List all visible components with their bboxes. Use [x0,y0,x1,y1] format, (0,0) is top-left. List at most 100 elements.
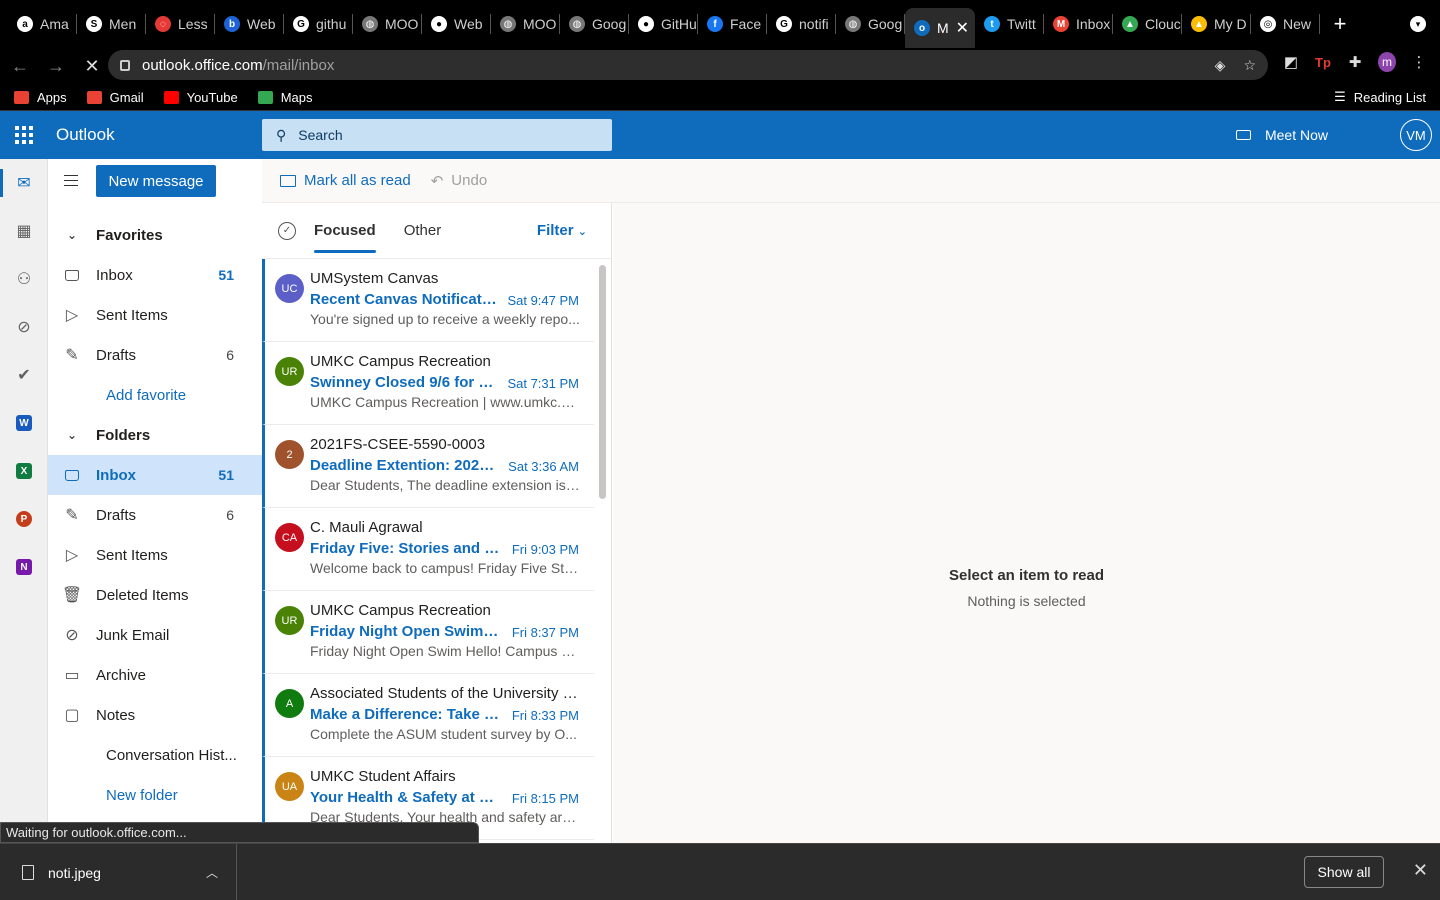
folder-drafts[interactable]: ✎ Drafts 6 [48,495,262,535]
send-icon: ▷ [65,307,79,324]
message-item[interactable]: UR UMKC Campus Recreation Friday Night Ope… [262,591,594,674]
browser-tab[interactable]: Gnotifi [767,0,836,48]
undo-button[interactable]: ↶ Undo [431,172,487,190]
download-item[interactable]: noti.jpeg ︿ [0,844,237,900]
tab-search-icon[interactable]: ▾ [1410,16,1426,32]
browser-tab[interactable]: t Twitt [975,0,1044,48]
bookmark-apps[interactable]: Apps [14,90,67,105]
browser-tab[interactable]: S Men [77,0,146,48]
browser-tab[interactable]: ◌ Less [146,0,215,48]
browser-tab[interactable]: a Ama [8,0,77,48]
browser-tab[interactable]: o M ✕ [905,8,975,48]
stop-loading-icon[interactable]: ✕ [76,50,108,82]
onenote-icon[interactable]: N [0,543,48,591]
folder-junk-email[interactable]: ⊘ Junk Email [48,615,262,655]
browser-tab-strip: a Ama S Men ◌ Less b Web Ggithu ◍ MOO ● Web ◍ MOO ◍ Goog… [0,0,1440,48]
message-list-scrollbar[interactable] [599,265,606,499]
new-folder-link[interactable]: New folder [48,775,262,815]
folder-notes[interactable]: ▢ Notes [48,695,262,735]
people-icon[interactable]: ⚇ [0,255,48,303]
user-avatar[interactable]: VM [1400,119,1432,151]
meet-now-button[interactable]: Meet Now [1235,127,1328,143]
folder-label: Inbox [96,466,136,484]
folders-section-header[interactable]: ⌄ Folders [48,415,262,455]
filter-button[interactable]: Filter ⌄ [537,222,587,239]
close-icon[interactable]: ✕ [1413,860,1428,881]
chevron-up-icon[interactable]: ︿ [206,864,218,881]
extensions-puzzle-icon[interactable]: ✚ [1346,53,1364,71]
tracking-icon[interactable]: ◈ [1215,57,1226,74]
bookmark-maps[interactable]: Maps [257,90,312,105]
favorite-sent-items[interactable]: ▷ Sent Items [48,295,262,335]
message-item[interactable]: 2 2021FS-CSEE-5590-0003 Deadline Extention… [262,425,594,508]
browser-tab[interactable]: ● GitHu [629,0,698,48]
new-message-button[interactable]: New message [96,165,216,197]
amazon-icon: a [17,16,33,32]
extension-chart-icon[interactable]: ◩ [1282,53,1300,71]
message-item[interactable]: UC UMSystem Canvas Recent Canvas Notificat… [262,259,594,342]
powerpoint-icon[interactable]: P [0,495,48,543]
outlook-brand[interactable]: Outlook [56,125,262,145]
browser-tab[interactable]: ▲ My D [1182,0,1251,48]
new-tab-icon[interactable]: + [1320,0,1360,48]
browser-tab[interactable]: Ggithu [284,0,353,48]
browser-tab[interactable]: ● Web [422,0,491,48]
browser-tab[interactable]: b Web [215,0,284,48]
favorite-inbox[interactable]: Inbox 51 [48,255,262,295]
app-launcher-icon[interactable] [0,111,48,159]
address-bar[interactable]: outlook.office.com/mail/inbox ◈ ☆ [108,50,1268,80]
browser-tab[interactable]: ◍ Goog [560,0,629,48]
calendar-icon[interactable]: ▦ [0,207,48,255]
search-icon: ⚲ [276,126,287,143]
send-icon: ▷ [65,547,79,564]
mark-all-read-button[interactable]: Mark all as read [280,172,411,189]
folder-archive[interactable]: ▭ Archive [48,655,262,695]
trash-icon: 🗑 [61,587,83,604]
show-all-downloads-button[interactable]: Show all [1304,856,1384,888]
browser-tab-label: Web [247,16,276,32]
folder-deleted-items[interactable]: 🗑 Deleted Items [48,575,262,615]
add-favorite-link[interactable]: Add favorite [48,375,262,415]
inbox-icon [48,469,96,481]
tab-other[interactable]: Other [404,203,442,259]
forward-icon[interactable]: → [40,50,72,82]
attachment-icon[interactable]: ⊘ [0,303,48,351]
mail-icon[interactable]: ✉ [0,159,48,207]
bookmark-star-icon[interactable]: ☆ [1243,57,1256,74]
message-subject: Make a Difference: Take the ... [310,706,500,723]
bookmark-youtube[interactable]: YouTube [163,90,238,105]
reading-list-button[interactable]: ☰ Reading List [1334,89,1426,105]
browser-menu-icon[interactable]: ⋮ [1410,53,1428,71]
tab-focused[interactable]: Focused [314,203,376,259]
tab-close-icon[interactable]: ✕ [956,18,969,38]
hamburger-menu-icon[interactable] [64,175,78,186]
bookmark-gmail[interactable]: Gmail [86,90,144,105]
favorite-drafts[interactable]: ✎ Drafts 6 [48,335,262,375]
message-item[interactable]: UR UMKC Campus Recreation Swinney Closed 9… [262,342,594,425]
reading-list-label: Reading List [1353,89,1426,105]
word-icon[interactable]: W [0,399,48,447]
reading-pane: Select an item to read Nothing is select… [613,203,1440,843]
extension-tp-icon[interactable]: Tp [1314,55,1332,70]
browser-tab[interactable]: M Inbox [1044,0,1113,48]
browser-tab[interactable]: ◍ MOO [491,0,560,48]
folder-sent-items[interactable]: ▷ Sent Items [48,535,262,575]
back-icon[interactable]: ← [4,50,36,82]
todo-check-icon[interactable]: ✔ [0,351,48,399]
browser-tab[interactable]: ◍ Goog [836,0,905,48]
message-item[interactable]: CA C. Mauli Agrawal Friday Five: Stories a… [262,508,594,591]
search-input[interactable]: ⚲ Search [262,119,612,151]
browser-tab[interactable]: f Face [698,0,767,48]
globe-icon: ◍ [500,16,516,32]
excel-icon[interactable]: X [0,447,48,495]
folder-conversation-hist[interactable]: Conversation Hist... [48,735,262,775]
browser-tab[interactable]: ◍ MOO [353,0,422,48]
add-favorite-label: Add favorite [106,386,187,404]
browser-tab[interactable]: ◎ New [1251,0,1320,48]
message-item[interactable]: A Associated Students of the University o… [262,674,594,757]
favorites-section-header[interactable]: ⌄ Favorites [48,215,262,255]
folder-inbox[interactable]: Inbox 51 [48,455,262,495]
browser-tab[interactable]: ▲ Clouc [1113,0,1182,48]
select-all-checkmark-icon[interactable]: ✓ [278,221,296,240]
profile-avatar[interactable]: m [1378,52,1396,72]
